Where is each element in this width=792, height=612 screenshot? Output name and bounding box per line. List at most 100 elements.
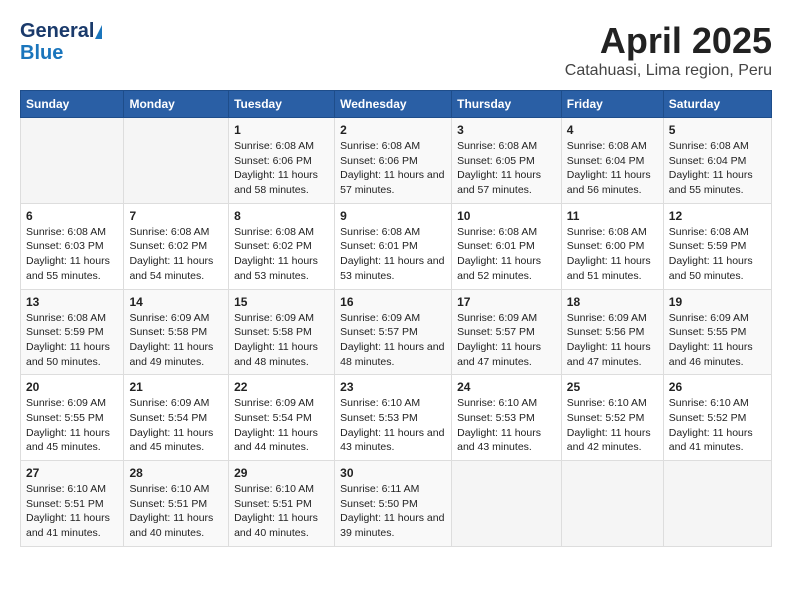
sunrise-text: Sunrise: 6:10 AM [567,397,647,409]
calendar-week-row: 6 Sunrise: 6:08 AM Sunset: 6:03 PM Daylight… [21,203,772,289]
sunrise-text: Sunrise: 6:08 AM [340,226,420,238]
day-number: 7 [129,209,223,223]
calendar-cell [124,118,229,204]
day-number: 29 [234,466,329,480]
daylight-text: Daylight: 11 hours and 57 minutes. [457,169,541,196]
calendar-cell: 21Sunrise: 6:09 AMSunset: 5:54 PMDayligh… [124,375,229,461]
day-number: 13 [26,295,118,309]
daylight-text: Daylight: 11 hours and 49 minutes. [129,341,213,368]
sunset-text: Sunset: 5:59 PM [26,326,104,338]
sunrise-text: Sunrise: 6:10 AM [26,483,106,495]
sunset-text: Sunset: 6:05 PM [457,155,535,167]
sunset-text: Sunset: 6:01 PM [340,240,418,252]
sunset-text: Sunset: 6:06 PM [340,155,418,167]
calendar-cell: 29Sunrise: 6:10 AMSunset: 5:51 PMDayligh… [229,461,335,547]
sunset-text: Sunset: 6:03 PM [26,240,104,252]
daylight-text: Daylight: 11 hours and 39 minutes. [340,512,444,539]
calendar-week-row: 13Sunrise: 6:08 AMSunset: 5:59 PMDayligh… [21,289,772,375]
daylight-text: Daylight: 11 hours and 51 minutes. [567,255,651,282]
sunset-text: Sunset: 6:04 PM [567,155,645,167]
sunrise-text: Sunrise: 6:09 AM [26,397,106,409]
daylight-text: Daylight: 11 hours and 56 minutes. [567,169,651,196]
day-number: 3 [457,123,556,137]
weekday-header-row: SundayMondayTuesdayWednesdayThursdayFrid… [21,91,772,118]
sunset-text: Sunset: 5:58 PM [234,326,312,338]
calendar-cell: 14Sunrise: 6:09 AMSunset: 5:58 PMDayligh… [124,289,229,375]
calendar-cell: 5Sunrise: 6:08 AMSunset: 6:04 PMDaylight… [663,118,771,204]
weekday-header-sunday: Sunday [21,91,124,118]
page-subtitle: Catahuasi, Lima region, Peru [565,62,772,80]
calendar-cell [21,118,124,204]
weekday-header-monday: Monday [124,91,229,118]
day-number: 8 [234,209,329,223]
calendar-cell: 2Sunrise: 6:08 AMSunset: 6:06 PMDaylight… [335,118,452,204]
calendar-table: SundayMondayTuesdayWednesdayThursdayFrid… [20,90,772,547]
daylight-text: Daylight: 11 hours and 43 minutes. [340,427,444,454]
day-number: 17 [457,295,556,309]
sunset-text: Sunset: 6:06 PM [234,155,312,167]
logo: General Blue [20,20,102,64]
calendar-cell [663,461,771,547]
sunset-text: Sunset: 5:53 PM [457,412,535,424]
calendar-cell: 7Sunrise: 6:08 AMSunset: 6:02 PMDaylight… [124,203,229,289]
weekday-header-saturday: Saturday [663,91,771,118]
calendar-cell: 16Sunrise: 6:09 AMSunset: 5:57 PMDayligh… [335,289,452,375]
sunrise-text: Sunrise: 6:11 AM [340,483,419,495]
title-area: April 2025 Catahuasi, Lima region, Peru [565,20,772,80]
sunset-text: Sunset: 5:59 PM [669,240,747,252]
day-number: 11 [567,209,658,223]
sunrise-text: Sunrise: 6:09 AM [669,312,749,324]
daylight-text: Daylight: 11 hours and 54 minutes. [129,255,213,282]
calendar-cell: 3Sunrise: 6:08 AMSunset: 6:05 PMDaylight… [452,118,562,204]
daylight-text: Daylight: 11 hours and 50 minutes. [669,255,753,282]
calendar-cell: 4Sunrise: 6:08 AMSunset: 6:04 PMDaylight… [561,118,663,204]
page-title: April 2025 [565,20,772,62]
calendar-cell: 1Sunrise: 6:08 AMSunset: 6:06 PMDaylight… [229,118,335,204]
day-number: 30 [340,466,446,480]
day-number: 15 [234,295,329,309]
day-number: 4 [567,123,658,137]
sunrise-text: Sunrise: 6:08 AM [26,226,106,238]
daylight-text: Daylight: 11 hours and 47 minutes. [457,341,541,368]
sunrise-text: Sunrise: 6:10 AM [457,397,537,409]
day-number: 16 [340,295,446,309]
sunrise-text: Sunrise: 6:08 AM [234,140,314,152]
day-number: 25 [567,380,658,394]
daylight-text: Daylight: 11 hours and 58 minutes. [234,169,318,196]
sunset-text: Sunset: 5:55 PM [26,412,104,424]
sunrise-text: Sunrise: 6:08 AM [669,140,749,152]
sunrise-text: Sunrise: 6:10 AM [340,397,420,409]
sunset-text: Sunset: 5:53 PM [340,412,418,424]
daylight-text: Daylight: 11 hours and 53 minutes. [234,255,318,282]
daylight-text: Daylight: 11 hours and 57 minutes. [340,169,444,196]
calendar-cell: 27Sunrise: 6:10 AMSunset: 5:51 PMDayligh… [21,461,124,547]
calendar-cell: 23Sunrise: 6:10 AMSunset: 5:53 PMDayligh… [335,375,452,461]
daylight-text: Daylight: 11 hours and 41 minutes. [669,427,753,454]
calendar-cell: 11Sunrise: 6:08 AMSunset: 6:00 PMDayligh… [561,203,663,289]
day-number: 6 [26,209,118,223]
sunrise-text: Sunrise: 6:08 AM [457,226,537,238]
logo-blue: Blue [20,42,63,64]
daylight-text: Daylight: 11 hours and 45 minutes. [129,427,213,454]
sunset-text: Sunset: 5:56 PM [567,326,645,338]
sunset-text: Sunset: 5:57 PM [340,326,418,338]
daylight-text: Daylight: 11 hours and 52 minutes. [457,255,541,282]
sunrise-text: Sunrise: 6:08 AM [340,140,420,152]
day-number: 26 [669,380,766,394]
day-number: 10 [457,209,556,223]
sunrise-text: Sunrise: 6:09 AM [340,312,420,324]
daylight-text: Daylight: 11 hours and 46 minutes. [669,341,753,368]
calendar-cell: 9Sunrise: 6:08 AMSunset: 6:01 PMDaylight… [335,203,452,289]
calendar-week-row: 1Sunrise: 6:08 AMSunset: 6:06 PMDaylight… [21,118,772,204]
sunset-text: Sunset: 5:54 PM [234,412,312,424]
calendar-cell [561,461,663,547]
sunrise-text: Sunrise: 6:10 AM [234,483,314,495]
sunset-text: Sunset: 5:51 PM [26,498,104,510]
calendar-cell: 30Sunrise: 6:11 AMSunset: 5:50 PMDayligh… [335,461,452,547]
daylight-text: Daylight: 11 hours and 50 minutes. [26,341,110,368]
sunset-text: Sunset: 5:51 PM [234,498,312,510]
calendar-cell: 25Sunrise: 6:10 AMSunset: 5:52 PMDayligh… [561,375,663,461]
weekday-header-wednesday: Wednesday [335,91,452,118]
sunset-text: Sunset: 6:01 PM [457,240,535,252]
calendar-cell: 26Sunrise: 6:10 AMSunset: 5:52 PMDayligh… [663,375,771,461]
